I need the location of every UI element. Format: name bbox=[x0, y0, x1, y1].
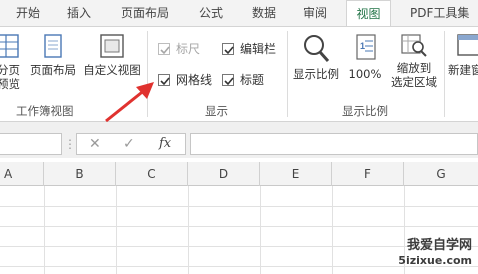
formula-bar-label: 编辑栏 bbox=[240, 42, 277, 56]
page-break-preview-label-2: 预览 bbox=[0, 77, 20, 91]
tab-formulas[interactable]: 公式 bbox=[199, 0, 223, 26]
tab-page-layout[interactable]: 页面布局 bbox=[121, 0, 169, 26]
headings-check-icon bbox=[222, 74, 234, 86]
page-layout-view-button[interactable]: 页面布局 bbox=[26, 33, 80, 77]
custom-views-button[interactable]: 自定义视图 bbox=[80, 33, 144, 77]
ribbon: 分页 预览 页面布局 自定义视图 工作簿视图 标尺 编辑栏 网格线 标题 显示 … bbox=[0, 26, 478, 123]
ruler-checkbox[interactable]: 标尺 bbox=[158, 41, 218, 57]
page-break-preview-button[interactable]: 分页 预览 bbox=[0, 33, 22, 91]
formula-bar-grip-icon[interactable]: ⋮ bbox=[64, 136, 76, 152]
tab-insert[interactable]: 插入 bbox=[67, 0, 91, 26]
zoom-group-label: 显示比例 bbox=[342, 104, 388, 118]
zoom-label: 显示比例 bbox=[293, 67, 339, 81]
page-break-preview-icon bbox=[0, 34, 19, 58]
magnifier-icon bbox=[304, 35, 330, 62]
gridline bbox=[332, 186, 333, 274]
gridline bbox=[116, 186, 117, 274]
group-separator bbox=[444, 31, 445, 117]
ribbon-gap bbox=[0, 122, 478, 132]
zoom-to-selection-label-2: 选定区域 bbox=[391, 75, 437, 89]
page-layout-view-label: 页面布局 bbox=[30, 63, 76, 77]
new-window-icon bbox=[457, 34, 478, 56]
zoom-to-selection-button[interactable]: 缩放到 选定区域 bbox=[386, 33, 442, 89]
custom-views-icon bbox=[100, 34, 124, 58]
tab-data[interactable]: 数据 bbox=[252, 0, 276, 26]
gridline bbox=[260, 186, 261, 274]
tab-home[interactable]: 开始 bbox=[16, 0, 40, 26]
gridlines-label: 网格线 bbox=[176, 73, 213, 87]
zoom-to-selection-label-1: 缩放到 bbox=[396, 61, 432, 75]
gridline bbox=[188, 186, 189, 274]
zoom-100-label: 100% bbox=[348, 67, 382, 81]
column-header-f[interactable]: F bbox=[332, 162, 404, 186]
column-header-b[interactable]: B bbox=[44, 162, 116, 186]
headings-label: 标题 bbox=[240, 73, 265, 87]
new-window-button[interactable]: 新建窗 bbox=[448, 33, 478, 77]
gridlines-checkbox[interactable]: 网格线 bbox=[158, 72, 218, 88]
formula-input[interactable] bbox=[190, 133, 478, 155]
insert-function-icon[interactable]: fx bbox=[159, 136, 171, 151]
ruler-label: 标尺 bbox=[176, 42, 201, 56]
column-header-a[interactable]: A bbox=[0, 162, 44, 186]
column-header-c[interactable]: C bbox=[116, 162, 188, 186]
tab-review[interactable]: 审阅 bbox=[303, 0, 327, 26]
gridline bbox=[44, 186, 45, 274]
zoom-100-icon: 1 bbox=[356, 34, 376, 60]
gridline bbox=[0, 226, 478, 227]
cancel-icon[interactable]: ✕ bbox=[89, 136, 101, 152]
show-group-label: 显示 bbox=[205, 104, 228, 118]
page-layout-view-icon bbox=[44, 34, 62, 58]
formula-bar-check-icon bbox=[222, 43, 234, 55]
ribbon-tab-bar: 开始 插入 页面布局 公式 数据 审阅 视图 PDF工具集 bbox=[0, 0, 478, 27]
column-headers: A B C D E F G bbox=[0, 162, 478, 186]
formula-buttons: ✕ ✓ fx bbox=[76, 133, 186, 155]
formula-bar: ⋮ ✕ ✓ fx bbox=[0, 132, 478, 158]
headings-checkbox[interactable]: 标题 bbox=[222, 72, 272, 88]
tab-pdf-tools[interactable]: PDF工具集 bbox=[410, 0, 469, 26]
watermark: 我爱自学网 5izixue.com bbox=[398, 238, 472, 268]
workbook-views-group-label: 工作簿视图 bbox=[16, 104, 74, 118]
page-break-preview-label-1: 分页 bbox=[0, 63, 20, 77]
custom-views-label: 自定义视图 bbox=[83, 63, 141, 77]
column-header-e[interactable]: E bbox=[260, 162, 332, 186]
worksheet-grid: A B C D E F G 我爱自学网 5izixue.com bbox=[0, 162, 478, 274]
formula-bar-checkbox[interactable]: 编辑栏 bbox=[222, 41, 284, 57]
name-box[interactable] bbox=[0, 133, 62, 155]
zoom-100-button[interactable]: 1 100% bbox=[346, 33, 384, 81]
zoom-button[interactable]: 显示比例 bbox=[290, 33, 342, 81]
svg-text:1: 1 bbox=[360, 41, 365, 51]
column-header-d[interactable]: D bbox=[188, 162, 260, 186]
watermark-title: 我爱自学网 bbox=[406, 238, 472, 253]
group-separator bbox=[287, 31, 288, 117]
new-window-label: 新建窗 bbox=[448, 63, 478, 77]
watermark-url: 5izixue.com bbox=[398, 254, 472, 267]
column-header-g[interactable]: G bbox=[404, 162, 478, 186]
enter-icon[interactable]: ✓ bbox=[123, 136, 135, 152]
ruler-check-icon bbox=[158, 43, 170, 55]
zoom-to-selection-icon bbox=[401, 34, 427, 57]
tab-view[interactable]: 视图 bbox=[346, 0, 391, 27]
red-arrow-annotation bbox=[105, 82, 154, 123]
gridline bbox=[0, 206, 478, 207]
